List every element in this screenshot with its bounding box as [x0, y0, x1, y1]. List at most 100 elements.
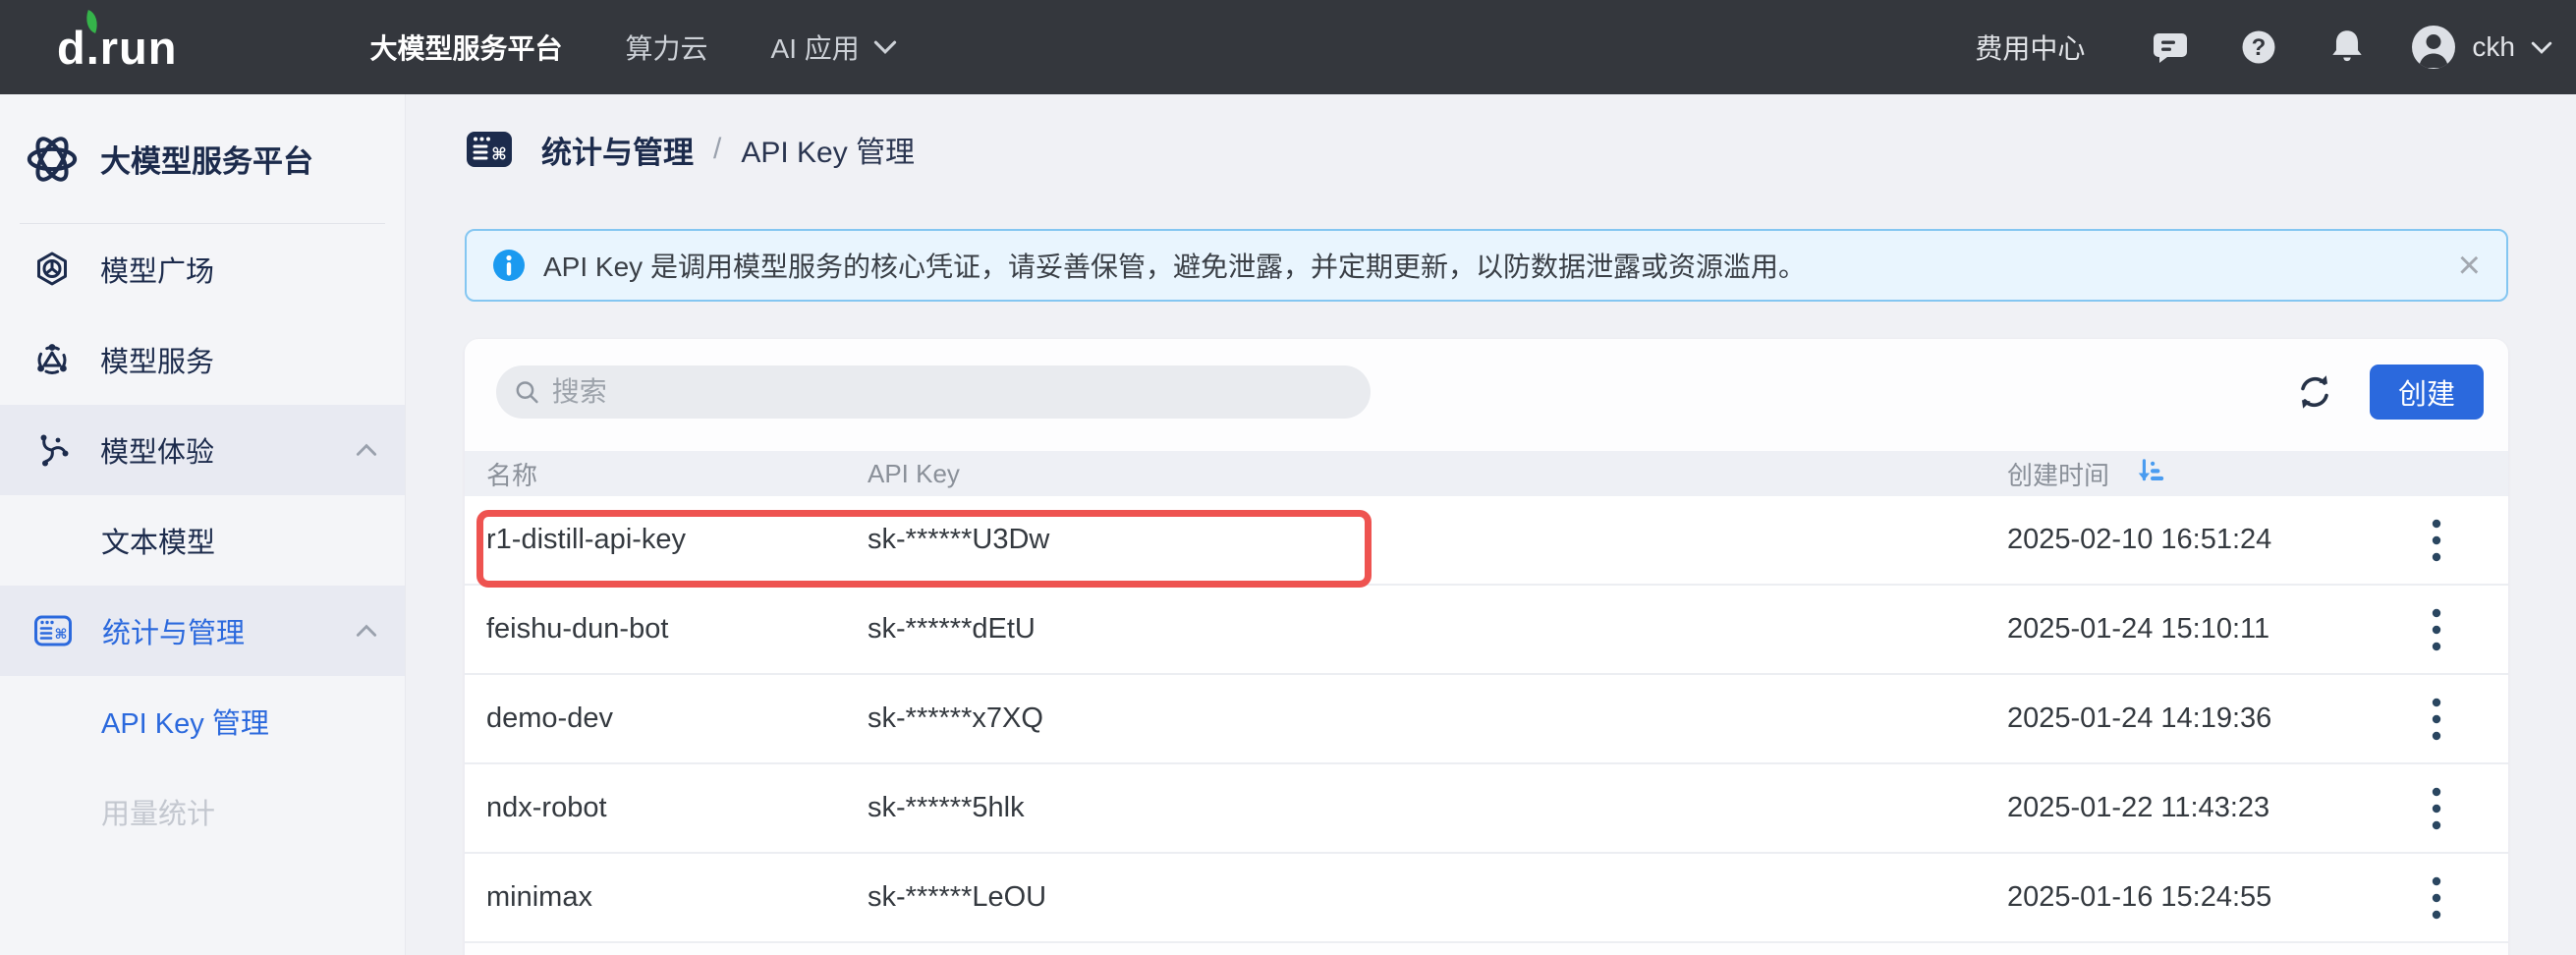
- api-key-created-at: 2025-01-24 14:19:36: [2007, 702, 2365, 735]
- billing-center-link[interactable]: 费用中心: [1975, 28, 2085, 67]
- table-header: 名称 API Key 创建时间: [465, 451, 2508, 496]
- row-menu-button[interactable]: [2417, 600, 2456, 659]
- chevron-down-icon: [2531, 40, 2552, 55]
- navbar-right: 费用中心 ?: [1975, 25, 2576, 70]
- sidebar-item-label: 统计与管理: [102, 610, 245, 651]
- api-key-name: minimax: [465, 881, 868, 914]
- table-row[interactable]: r1-distill-api-key sk-******U3Dw 2025-02…: [465, 496, 2508, 586]
- notification-button[interactable]: [2324, 25, 2370, 70]
- sidebar-item-stats-management[interactable]: ⌘ 统计与管理: [0, 586, 405, 676]
- sort-descending-icon[interactable]: [2135, 457, 2166, 490]
- user-menu[interactable]: ckh: [2411, 25, 2552, 70]
- refresh-button[interactable]: [2293, 370, 2336, 414]
- table-row[interactable]: feishu-dun-bot sk-******dEtU 2025-01-24 …: [465, 586, 2508, 675]
- nav-item-ai-apps[interactable]: AI 应用: [771, 28, 897, 67]
- message-button[interactable]: [2148, 25, 2193, 70]
- column-label: 创建时间: [2007, 456, 2109, 492]
- api-key-name: r1-distill-api-key: [465, 524, 868, 556]
- kebab-menu-icon: [2431, 606, 2442, 653]
- api-key-created-at: 2025-01-16 15:24:55: [2007, 881, 2365, 914]
- sidebar-item-model-service[interactable]: 模型服务: [0, 314, 405, 405]
- nav-item-compute-cloud[interactable]: 算力云: [626, 28, 708, 67]
- close-icon[interactable]: ×: [2458, 246, 2481, 285]
- kebab-menu-icon: [2431, 785, 2442, 832]
- app-shell: 大模型服务平台 模型广场 模型服务: [0, 94, 2576, 955]
- sidebar-item-text-model[interactable]: 文本模型: [0, 495, 405, 586]
- create-button[interactable]: 创建: [2370, 365, 2484, 420]
- breadcrumb-section[interactable]: 统计与管理: [541, 128, 694, 172]
- sidebar-header: 大模型服务平台: [0, 94, 405, 223]
- banner-message: API Key 是调用模型服务的核心凭证，请妥善保管，避免泄露，并定期更新，以防…: [543, 246, 1806, 285]
- api-key-name: ndx-robot: [465, 792, 868, 824]
- api-key-value: sk-******U3Dw: [868, 524, 2007, 556]
- api-key-created-at: 2025-01-22 11:43:23: [2007, 792, 2365, 824]
- main-content: ⌘ 统计与管理 / API Key 管理 API Key 是调用模型服务的核心凭…: [406, 94, 2576, 955]
- info-banner: API Key 是调用模型服务的核心凭证，请妥善保管，避免泄露，并定期更新，以防…: [465, 229, 2508, 302]
- breadcrumb-page: API Key 管理: [741, 128, 915, 171]
- column-name: 名称: [465, 456, 868, 492]
- stats-management-icon: ⌘: [33, 611, 73, 650]
- nav-item-label: 算力云: [626, 28, 708, 67]
- sidebar-item-usage-stats[interactable]: 用量统计: [0, 766, 405, 857]
- nav-menu: 大模型服务平台 算力云 AI 应用: [369, 28, 896, 67]
- table-row[interactable]: demo-dev sk-******x7XQ 2025-01-24 14:19:…: [465, 675, 2508, 764]
- api-key-value: sk-******dEtU: [868, 613, 2007, 646]
- help-icon: ?: [2238, 27, 2279, 68]
- nav-item-label: AI 应用: [771, 28, 860, 67]
- avatar: [2411, 25, 2456, 70]
- nav-item-label: 大模型服务平台: [369, 28, 562, 67]
- stats-management-icon: ⌘: [465, 125, 514, 174]
- sidebar-item-model-square[interactable]: 模型广场: [0, 224, 405, 314]
- sidebar: 大模型服务平台 模型广场 模型服务: [0, 94, 406, 955]
- sidebar-item-label: 模型广场: [100, 249, 214, 290]
- table-row[interactable]: minimax sk-******LeOU 2025-01-16 15:24:5…: [465, 854, 2508, 943]
- api-key-value: sk-******5hlk: [868, 792, 2007, 824]
- api-key-value: sk-******x7XQ: [868, 702, 2007, 735]
- logo[interactable]: d.run: [57, 21, 177, 75]
- sidebar-item-label: API Key 管理: [101, 701, 269, 742]
- refresh-icon: [2293, 370, 2336, 414]
- row-menu-button[interactable]: [2417, 690, 2456, 749]
- breadcrumb-separator: /: [713, 133, 721, 166]
- help-button[interactable]: ?: [2236, 25, 2281, 70]
- search-input[interactable]: [552, 376, 1353, 408]
- sidebar-item-label: 模型体验: [100, 429, 214, 471]
- model-square-icon: [33, 251, 71, 288]
- row-actions: [2365, 690, 2508, 749]
- top-navbar: d.run 大模型服务平台 算力云 AI 应用 费用中心: [0, 0, 2576, 94]
- api-key-card: 创建 名称 API Key 创建时间: [465, 339, 2508, 955]
- message-icon: [2151, 28, 2190, 67]
- api-key-created-at: 2025-01-24 15:10:11: [2007, 613, 2365, 646]
- bell-icon: [2326, 27, 2368, 68]
- chevron-down-icon: [873, 39, 897, 55]
- kebab-menu-icon: [2431, 874, 2442, 922]
- api-key-name: demo-dev: [465, 702, 868, 735]
- row-actions: [2365, 779, 2508, 838]
- breadcrumb: ⌘ 统计与管理 / API Key 管理: [465, 119, 2576, 180]
- row-menu-button[interactable]: [2417, 779, 2456, 838]
- sidebar-title: 大模型服务平台: [100, 137, 313, 181]
- svg-text:⌘: ⌘: [55, 626, 68, 642]
- sidebar-item-api-key-management[interactable]: API Key 管理: [0, 676, 405, 766]
- kebab-menu-icon: [2431, 696, 2442, 743]
- row-menu-button[interactable]: [2417, 511, 2456, 570]
- platform-logo-icon: [26, 133, 79, 186]
- username: ckh: [2472, 31, 2515, 63]
- logo-text: d.run: [57, 22, 177, 74]
- api-key-table: 名称 API Key 创建时间 r1-: [465, 451, 2508, 943]
- row-menu-button[interactable]: [2417, 869, 2456, 927]
- table-row[interactable]: ndx-robot sk-******5hlk 2025-01-22 11:43…: [465, 764, 2508, 854]
- sidebar-item-label: 用量统计: [101, 791, 215, 832]
- info-icon: [492, 249, 526, 282]
- sidebar-item-label: 文本模型: [101, 520, 215, 561]
- kebab-menu-icon: [2431, 517, 2442, 564]
- api-key-created-at: 2025-02-10 16:51:24: [2007, 524, 2365, 556]
- column-created-at: 创建时间: [2007, 456, 2365, 492]
- search-icon: [514, 378, 540, 406]
- sidebar-item-model-experience[interactable]: 模型体验: [0, 405, 405, 495]
- column-api-key: API Key: [868, 459, 2007, 489]
- nav-item-model-platform[interactable]: 大模型服务平台: [369, 28, 562, 67]
- model-experience-icon: [33, 431, 71, 469]
- svg-text:?: ?: [2252, 34, 2267, 61]
- sidebar-item-label: 模型服务: [100, 339, 214, 380]
